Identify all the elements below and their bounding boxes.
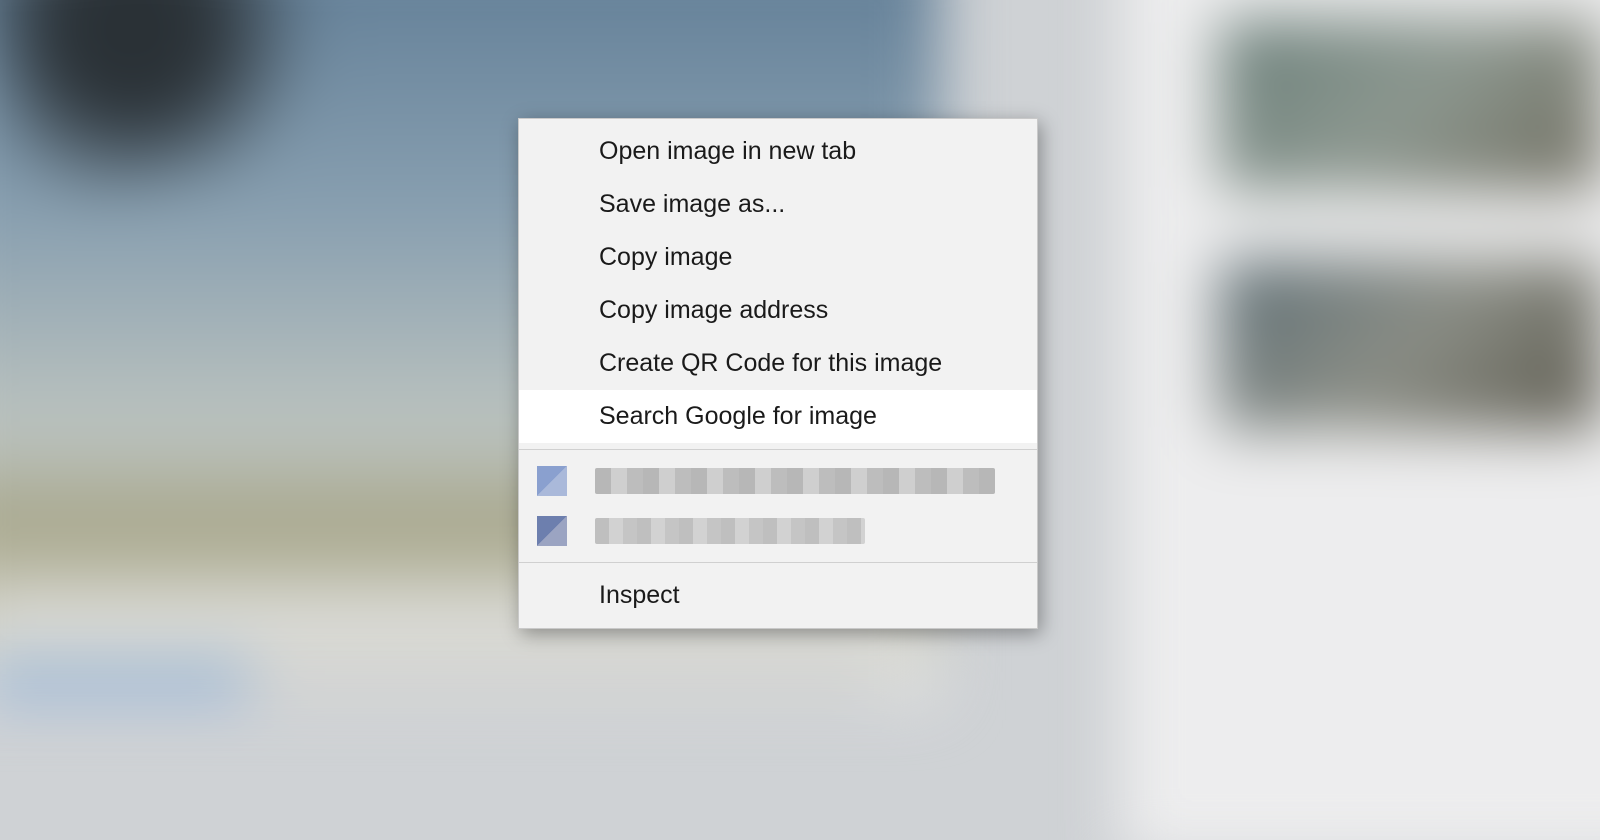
menu-item-extension-2[interactable]: [519, 506, 1037, 556]
menu-item-open-image-new-tab[interactable]: Open image in new tab: [519, 125, 1037, 178]
extension-icon: [537, 466, 567, 496]
menu-item-copy-image-address[interactable]: Copy image address: [519, 284, 1037, 337]
menu-item-save-image-as[interactable]: Save image as...: [519, 178, 1037, 231]
extension-label-redacted: [595, 468, 995, 494]
menu-separator: [519, 562, 1037, 563]
menu-item-copy-image[interactable]: Copy image: [519, 231, 1037, 284]
menu-separator: [519, 449, 1037, 450]
menu-item-inspect[interactable]: Inspect: [519, 569, 1037, 622]
extension-label-redacted: [595, 518, 865, 544]
menu-item-extension-1[interactable]: [519, 456, 1037, 506]
menu-item-create-qr-code[interactable]: Create QR Code for this image: [519, 337, 1037, 390]
extension-icon: [537, 516, 567, 546]
menu-item-search-google-for-image[interactable]: Search Google for image: [519, 390, 1037, 443]
image-context-menu: Open image in new tab Save image as... C…: [518, 118, 1038, 629]
